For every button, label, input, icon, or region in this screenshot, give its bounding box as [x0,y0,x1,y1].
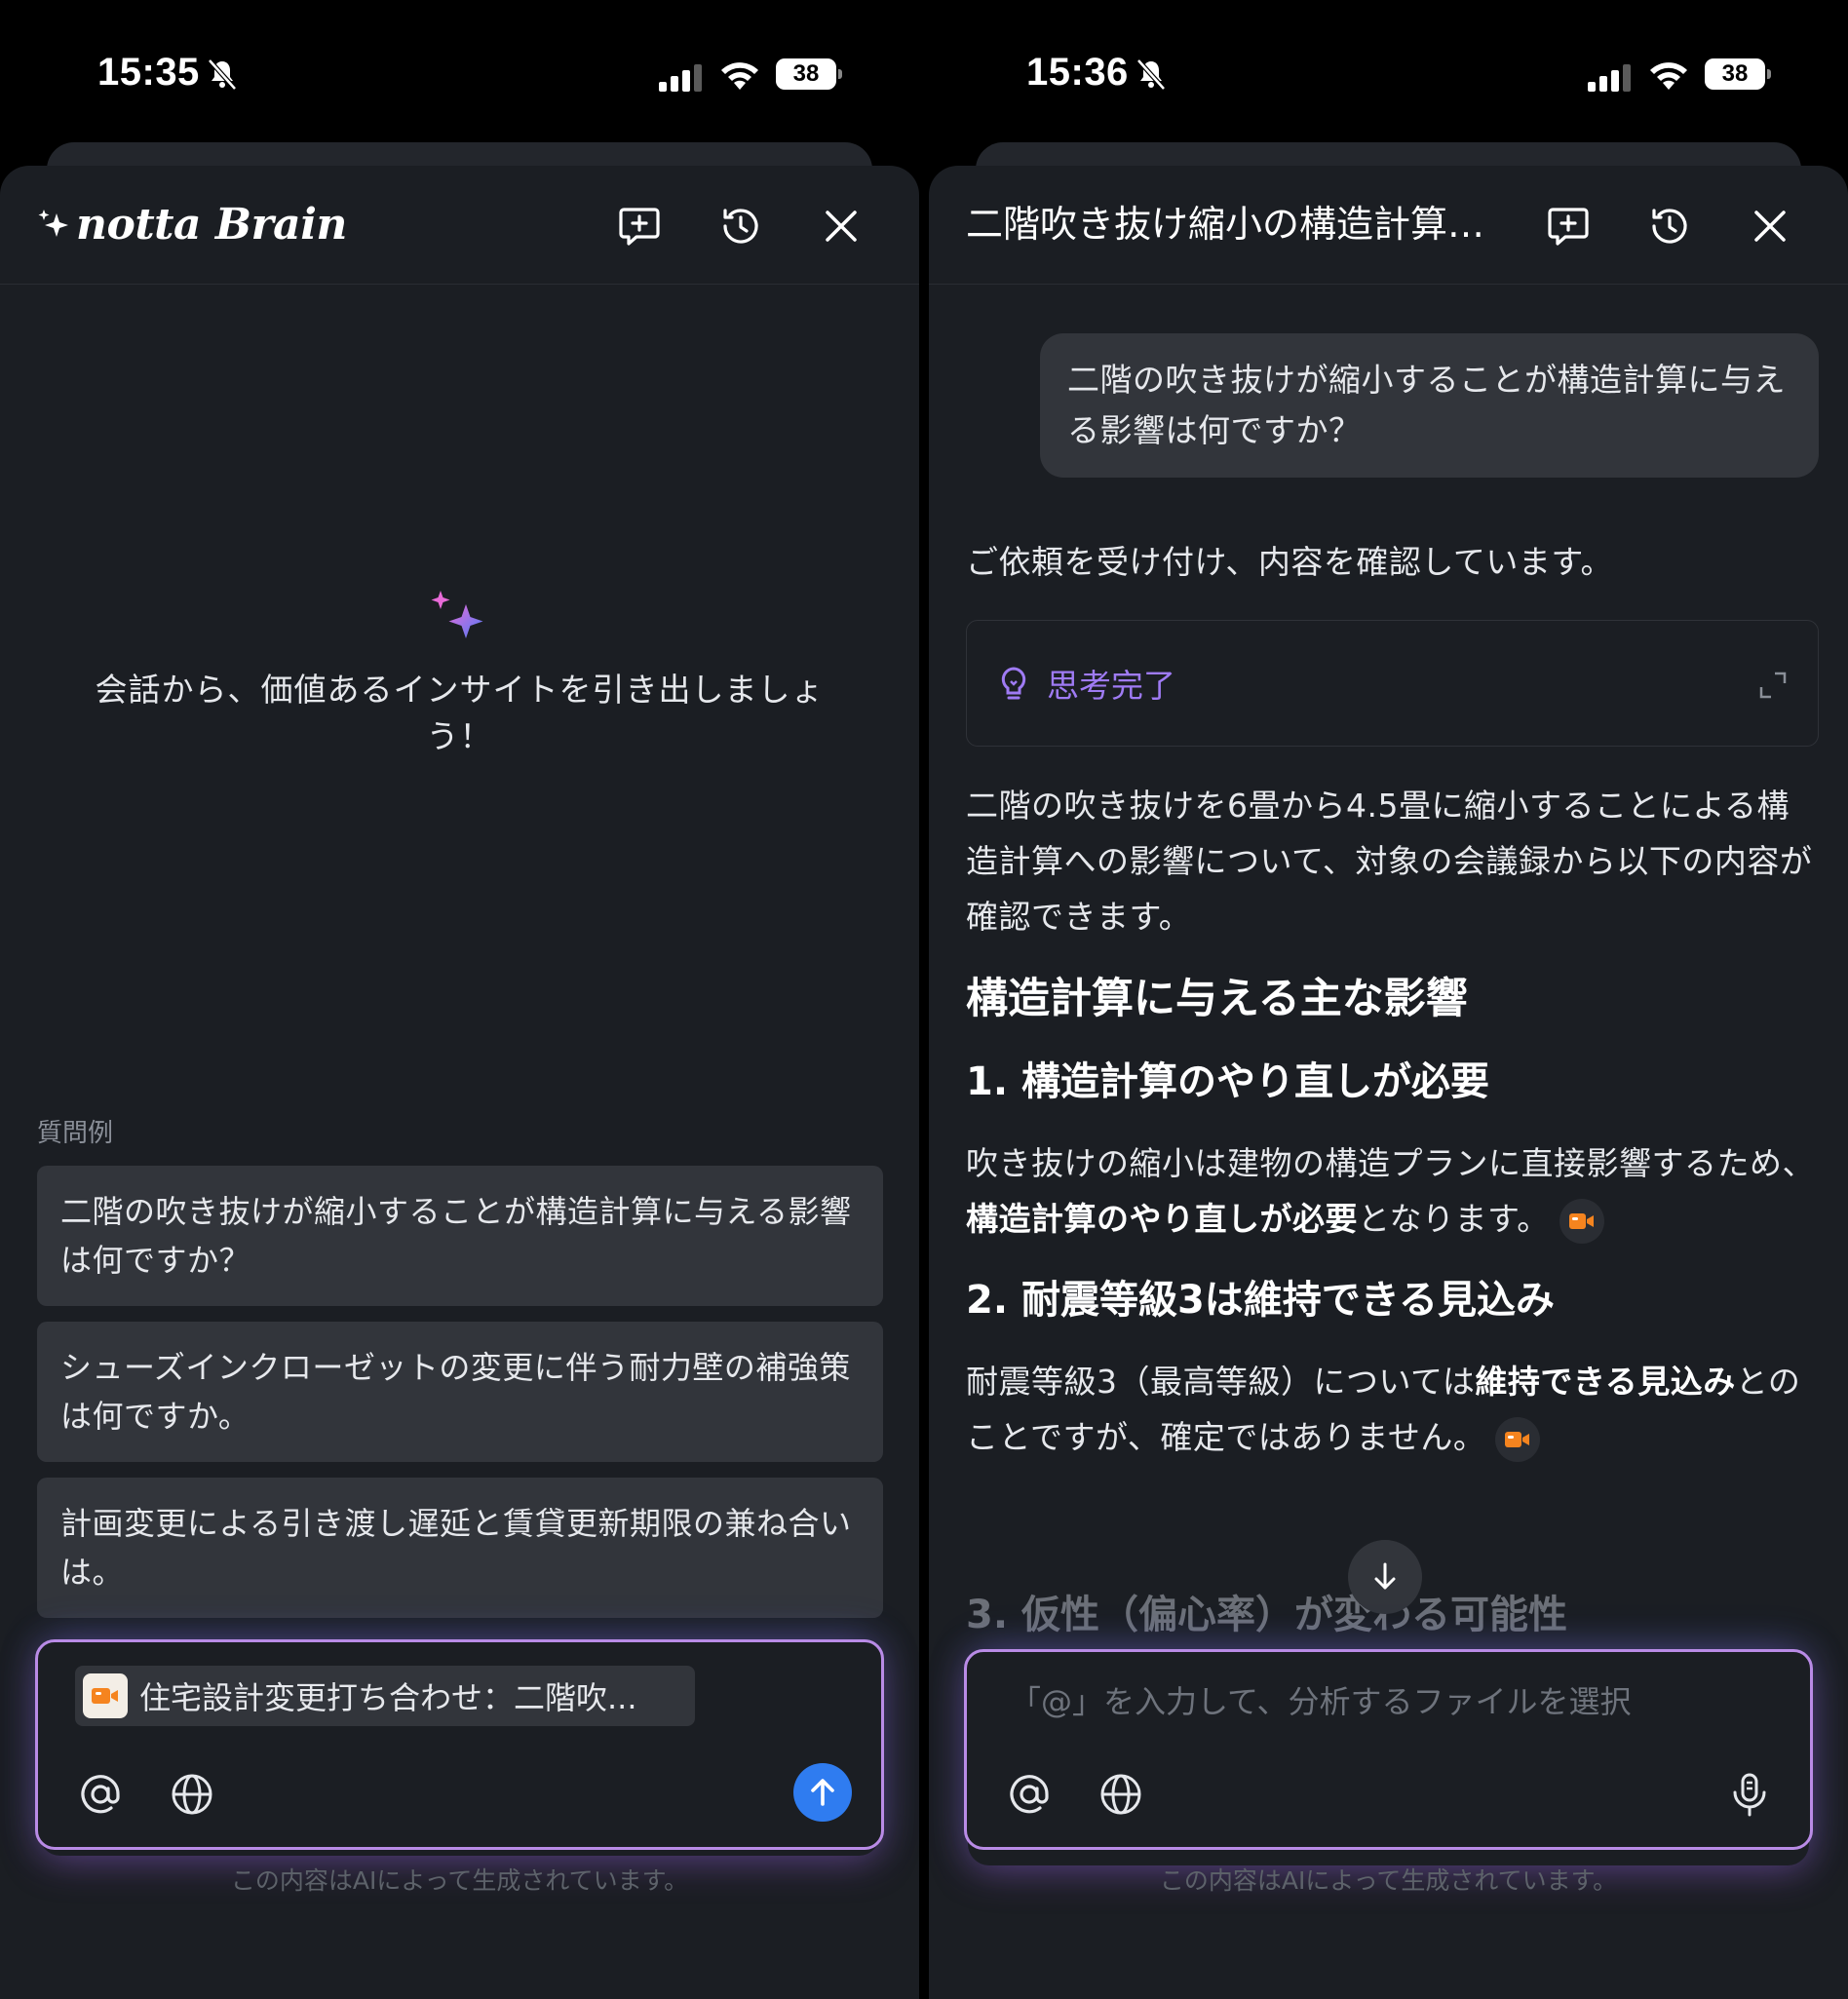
sparkle-icon [38,210,68,237]
answer-intro: 二階の吹き抜けを6畳から4.5畳に縮小することによる構造計算への影響について、対… [966,787,1813,936]
attached-file-name: 住宅設計変更打ち合わせ：二階吹... [139,1679,637,1716]
lightbulb-icon [1001,667,1026,700]
recording-icon [1568,1212,1594,1229]
close-icon [1754,211,1786,242]
mention-button[interactable] [73,1767,128,1822]
bell-muted-icon [1136,58,1166,91]
answer-item2-body: 耐震等級3（最高等級）については維持できる見込みとのことですが、確定ではありませ… [966,1354,1819,1465]
recording-icon [1505,1431,1530,1447]
bell-muted-icon [208,58,237,91]
arrow-down-icon [1374,1562,1396,1590]
answer-heading: 構造計算に与える主な影響 [966,975,1468,1023]
phone-right: 15:36 38 二階吹き抜け縮小の構造計算… 二階の吹き抜けが縮小することが構… [929,0,1848,1999]
globe-icon [172,1774,212,1815]
ai-acknowledgement: ご依頼を受け付け、内容を確認しています。 [966,543,1614,581]
ai-disclaimer: この内容はAIによって生成されています。 [1159,1866,1618,1895]
ai-disclaimer: この内容はAIによって生成されています。 [230,1866,689,1895]
header: 二階吹き抜け縮小の構造計算… [929,166,1848,285]
scroll-to-bottom-button[interactable] [1348,1540,1422,1614]
notta-brain-chat-sheet: 二階吹き抜け縮小の構造計算… 二階の吹き抜けが縮小することが構造計算に与える影響… [929,166,1848,1999]
at-sign-icon [1010,1775,1049,1814]
status-time: 15:35 [97,51,200,94]
new-chat-button[interactable] [1541,199,1596,253]
phone-left: 15:35 38 notta Brain 会話から、価値あるインサイトを引き出し… [0,0,919,1999]
thinking-panel[interactable]: 思考完了 [966,620,1819,747]
new-chat-button[interactable] [612,199,667,253]
voice-input-button[interactable] [1722,1767,1777,1822]
close-button[interactable] [814,199,868,253]
answer-item1-title: 1. 構造計算のやり直しが必要 [966,1059,1489,1104]
attached-file-chip[interactable]: 住宅設計変更打ち合わせ：二階吹... [75,1666,695,1726]
answer-item3-title: 3. 仮性（偏心率）が変わる可能性 [966,1593,1567,1637]
chat-input-box[interactable]: 「@」を入力して、分析するファイルを選択 [964,1649,1813,1850]
status-bar: 15:35 38 [0,0,919,136]
recording-icon [83,1673,128,1718]
web-search-button[interactable] [165,1767,219,1822]
at-sign-icon [81,1775,120,1814]
arrow-up-icon [811,1779,834,1806]
header: notta Brain [0,166,919,285]
chat-title: 二階吹き抜け縮小の構造計算… [966,203,1485,246]
web-search-button[interactable] [1094,1767,1148,1822]
battery-indicator: 38 [776,58,842,90]
globe-icon [1100,1774,1141,1815]
close-button[interactable] [1743,199,1797,253]
answer-item2-title: 2. 耐震等級3は維持できる見込み [966,1278,1555,1323]
close-icon [826,211,857,242]
chat-input-box[interactable]: 住宅設計変更打ち合わせ：二階吹... [35,1639,884,1850]
history-icon [723,209,758,244]
colorful-sparkle-icon [431,591,483,638]
wifi-icon [721,62,758,90]
ai-answer: 二階の吹き抜けを6畳から4.5畳に縮小することによる構造計算への影響について、対… [966,778,1819,1465]
status-bar: 15:36 38 [929,0,1848,136]
microphone-icon [1733,1773,1766,1817]
logo: notta Brain [37,195,347,253]
battery-indicator: 38 [1705,58,1771,90]
examples-label: 質問例 [37,1119,114,1148]
thinking-status-label: 思考完了 [1047,667,1175,705]
answer-bold-text: 維持できる見込み [1475,1363,1736,1401]
notta-brain-sheet: notta Brain 会話から、価値あるインサイトを引き出しましょう！ 質問例… [0,166,919,1999]
answer-item1-body: 吹き抜けの縮小は建物の構造プランに直接影響するため、構造計算のやり直しが必要とな… [966,1135,1819,1247]
user-message-bubble: 二階の吹き抜けが縮小することが構造計算に与える影響は何ですか？ [1040,333,1819,478]
example-question-1[interactable]: 二階の吹き抜けが縮小することが構造計算に与える影響は何ですか？ [37,1166,883,1306]
history-button[interactable] [713,199,768,253]
history-button[interactable] [1642,199,1697,253]
chat-input-placeholder: 「@」を入力して、分析するファイルを選択 [1010,1683,1632,1720]
logo-text: notta Brain [76,199,347,250]
mention-button[interactable] [1002,1767,1057,1822]
answer-text: となります。 [1358,1200,1550,1238]
hero-text: 会話から、価値あるインサイトを引き出しましょう！ [95,671,825,755]
example-question-3[interactable]: 計画変更による引き渡し遅延と賃貸更新期限の兼ね合いは。 [37,1478,883,1618]
expand-icon [1759,672,1787,699]
status-time: 15:36 [1026,51,1129,94]
wifi-icon [1650,62,1687,90]
history-icon [1652,209,1687,244]
answer-text: 耐震等級3（最高等級）については [966,1363,1476,1401]
answer-bold-text: 構造計算のやり直しが必要 [966,1200,1358,1238]
recording-citation-button[interactable] [1495,1416,1541,1462]
new-chat-icon [619,208,660,246]
new-chat-icon [1548,208,1589,246]
answer-text: 吹き抜けの縮小は建物の構造プランに直接影響するため、 [966,1144,1815,1182]
send-button[interactable] [793,1763,852,1822]
example-question-2[interactable]: シューズインクローゼットの変更に伴う耐力壁の補強策は何ですか。 [37,1322,883,1462]
cellular-signal-icon [1588,64,1631,92]
cellular-signal-icon [659,64,702,92]
recording-citation-button[interactable] [1559,1198,1604,1244]
